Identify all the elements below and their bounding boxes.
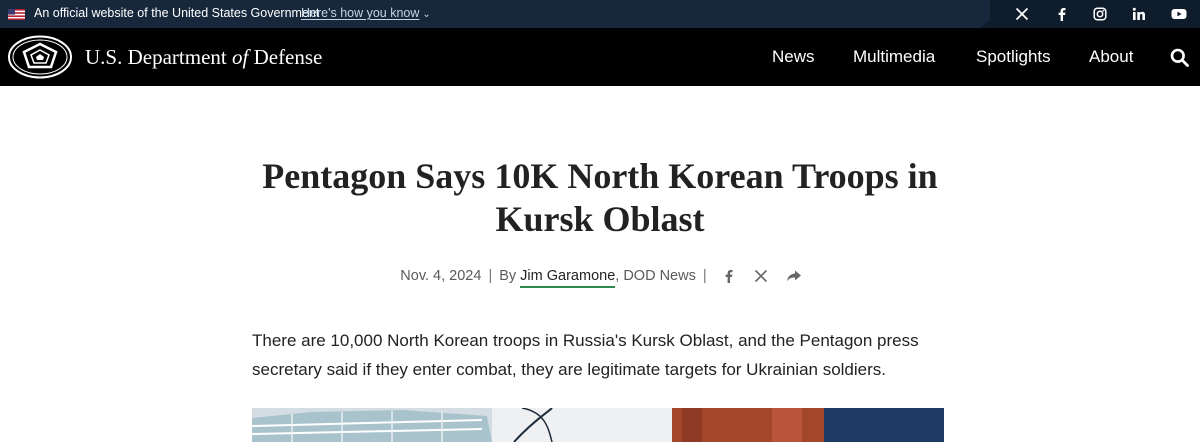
article-lead-paragraph: There are 10,000 North Korean troops in … xyxy=(252,331,919,379)
article-hero-image xyxy=(252,408,944,442)
article-title: Pentagon Says 10K North Korean Troops in… xyxy=(262,156,938,239)
article-outlet: , DOD News xyxy=(615,268,696,284)
share-x-icon[interactable] xyxy=(754,269,768,283)
instagram-icon[interactable] xyxy=(1093,7,1107,21)
youtube-icon[interactable] xyxy=(1171,7,1187,21)
byline-by: By xyxy=(499,268,521,284)
gov-banner: An official website of the United States… xyxy=(0,0,1200,28)
search-icon[interactable] xyxy=(1170,48,1189,67)
author-link[interactable]: Jim Garamone xyxy=(520,268,616,288)
share-facebook-icon[interactable] xyxy=(722,269,736,284)
facebook-icon[interactable] xyxy=(1055,7,1069,21)
site-name-of: of xyxy=(231,45,249,69)
site-name-part-1: U.S. Department xyxy=(85,45,232,69)
site-name-part-2: Defense xyxy=(248,45,323,69)
us-flag-icon xyxy=(8,9,25,20)
nav-about[interactable]: About xyxy=(1089,47,1133,67)
byline-separator: | xyxy=(488,268,493,284)
nav-news[interactable]: News xyxy=(772,47,815,67)
nav-spotlights[interactable]: Spotlights xyxy=(976,47,1051,67)
site-header: U.S. Department of Defense News Multimed… xyxy=(0,28,1200,86)
chevron-down-icon: ⌄ xyxy=(422,9,431,20)
site-name[interactable]: U.S. Department of Defense xyxy=(85,45,322,70)
byline-separator: | xyxy=(702,268,707,284)
dod-logo-icon[interactable] xyxy=(7,35,73,79)
share-icon[interactable] xyxy=(786,269,801,283)
heres-how-you-know-label: Here's how you know xyxy=(301,6,420,20)
hero-image-graphic xyxy=(252,408,944,442)
official-website-text: An official website of the United States… xyxy=(34,6,320,20)
heres-how-you-know-link[interactable]: Here's how you know ⌄ xyxy=(301,6,431,20)
article-byline: Nov. 4, 2024 | By Jim Garamone, DOD News | xyxy=(0,268,1200,288)
article-date: Nov. 4, 2024 xyxy=(400,268,482,284)
x-icon[interactable] xyxy=(1015,7,1029,21)
nav-multimedia[interactable]: Multimedia xyxy=(853,47,935,67)
linkedin-icon[interactable] xyxy=(1132,7,1146,21)
